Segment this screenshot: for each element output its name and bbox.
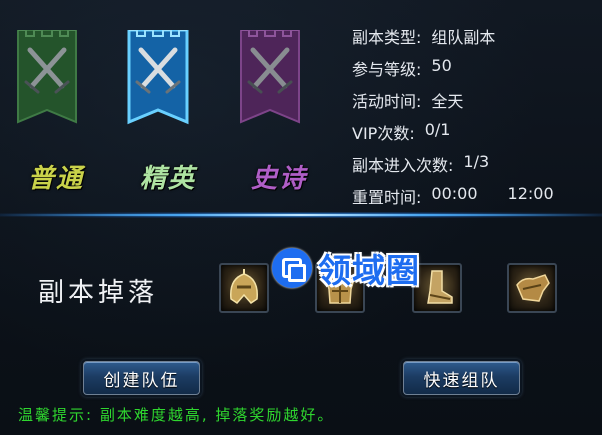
info-label: 副本类型: bbox=[352, 28, 422, 47]
watermark: 领域圈 bbox=[272, 244, 420, 292]
dungeon-panel: 普通 精英 史诗 副本类型: 组队副本 参与等级: 50 活动时间: 全天 VI… bbox=[0, 0, 602, 435]
gauntlet-icon bbox=[516, 274, 550, 302]
quick-team-button[interactable]: 快速组队 bbox=[403, 361, 520, 395]
info-label: 活动时间: bbox=[352, 92, 422, 111]
info-activity-time: 活动时间: 全天 bbox=[352, 88, 463, 112]
watermark-logo-icon bbox=[272, 248, 312, 288]
crossed-swords-icon bbox=[127, 30, 189, 125]
info-value: 1/3 bbox=[463, 152, 490, 171]
difficulty-elite-banner[interactable] bbox=[127, 30, 189, 132]
info-label: VIP次数: bbox=[352, 124, 415, 143]
info-value: 50 bbox=[431, 56, 452, 75]
boots-icon bbox=[427, 270, 453, 304]
info-value: 12:00 bbox=[507, 184, 554, 203]
helmet-icon bbox=[230, 269, 258, 304]
info-value: 全天 bbox=[431, 92, 464, 111]
difficulty-normal-label[interactable]: 普通 bbox=[28, 158, 84, 195]
info-label: 副本进入次数: bbox=[352, 156, 454, 175]
difficulty-epic-banner[interactable] bbox=[239, 30, 301, 132]
info-entry-count: 副本进入次数: 1/3 bbox=[352, 152, 489, 176]
difficulty-normal-banner[interactable] bbox=[16, 30, 78, 132]
info-label: 参与等级: bbox=[352, 60, 422, 79]
info-value: 00:00 bbox=[431, 184, 478, 203]
crossed-swords-icon bbox=[17, 30, 77, 124]
drop-item-slot[interactable] bbox=[507, 263, 557, 313]
section-divider bbox=[0, 214, 602, 216]
info-vip-count: VIP次数: 0/1 bbox=[352, 120, 450, 144]
drops-title: 副本掉落 bbox=[38, 278, 159, 308]
difficulty-epic-label[interactable]: 史诗 bbox=[251, 158, 307, 195]
difficulty-elite-label[interactable]: 精英 bbox=[140, 158, 196, 195]
watermark-text: 领域圈 bbox=[318, 251, 420, 290]
info-value: 组队副本 bbox=[431, 28, 496, 47]
hint-text: 温馨提示: 副本难度越高, 掉落奖励越好。 bbox=[18, 406, 335, 424]
create-team-button[interactable]: 创建队伍 bbox=[83, 361, 200, 395]
info-label: 重置时间: bbox=[352, 188, 422, 207]
drop-item-slot[interactable] bbox=[219, 263, 269, 313]
info-value: 0/1 bbox=[424, 120, 451, 139]
info-reset-time: 重置时间: 00:00 12:00 bbox=[352, 184, 554, 208]
crossed-swords-icon bbox=[240, 30, 300, 124]
info-dungeon-type: 副本类型: 组队副本 bbox=[352, 24, 495, 48]
info-level: 参与等级: 50 bbox=[352, 56, 452, 80]
